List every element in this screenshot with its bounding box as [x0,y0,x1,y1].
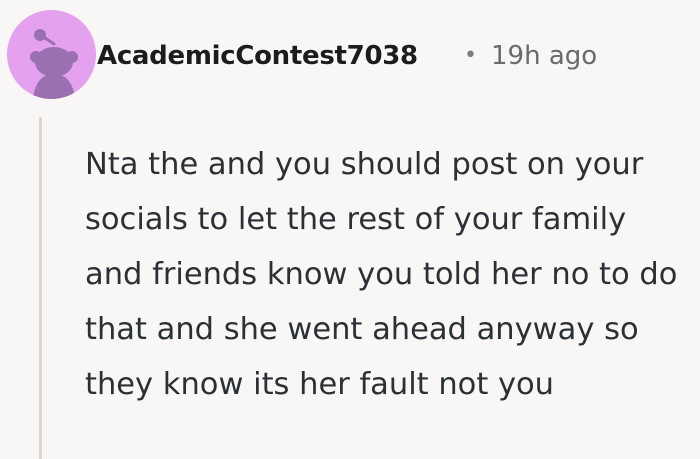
meta-separator: • [464,43,477,68]
snoo-avatar-icon [7,10,96,99]
user-avatar[interactable] [7,10,96,99]
comment-author-username[interactable]: AcademicContest7038 [97,34,418,78]
thread-line[interactable] [39,117,42,459]
comment: AcademicContest7038 • 19h ago Nta the an… [0,0,700,459]
comment-body: Nta the and you should post on your soci… [85,147,678,402]
comment-timestamp[interactable]: 19h ago [491,34,597,78]
